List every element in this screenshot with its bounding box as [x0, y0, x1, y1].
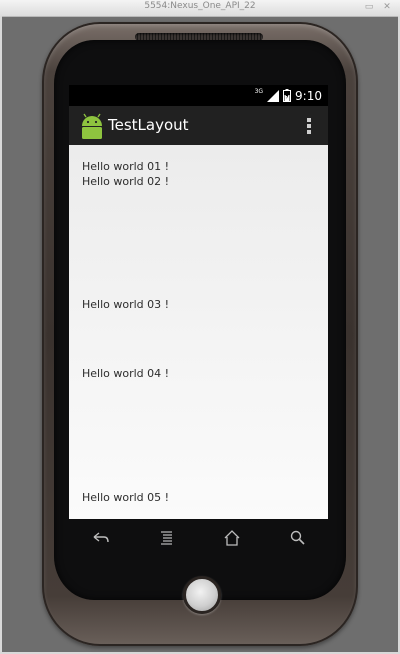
- minimize-icon[interactable]: ▭: [364, 2, 374, 12]
- trackball-button[interactable]: [183, 576, 221, 614]
- hello-text-01: Hello world 01 !: [82, 160, 170, 173]
- network-type-label: 3G: [254, 88, 264, 95]
- hello-text-02: Hello world 02 !: [82, 175, 170, 188]
- close-icon[interactable]: ✕: [382, 2, 392, 12]
- hello-text-05: Hello world 05 !: [82, 491, 170, 504]
- hello-text-03: Hello world 03 !: [82, 298, 170, 311]
- emulator-title-bar: 5554:Nexus_One_API_22 ▭ ✕: [0, 0, 400, 17]
- device-screen: 3G 9:10 TestLayout Hello world 01 ! Hell…: [69, 85, 328, 519]
- content-area: Hello world 01 ! Hello world 02 ! Hello …: [69, 145, 328, 519]
- back-icon[interactable]: [91, 529, 111, 547]
- signal-icon: [267, 89, 280, 102]
- status-bar: 3G 9:10: [69, 85, 328, 106]
- action-bar: TestLayout: [69, 106, 328, 145]
- window-border-left: [0, 16, 2, 654]
- menu-icon[interactable]: [157, 529, 177, 547]
- search-icon[interactable]: [288, 529, 308, 547]
- emulator-window-title: 5554:Nexus_One_API_22: [144, 1, 256, 11]
- home-icon[interactable]: [222, 529, 242, 547]
- app-title: TestLayout: [108, 116, 189, 134]
- hello-text-04: Hello world 04 !: [82, 367, 170, 380]
- android-logo-icon: [82, 113, 102, 139]
- status-time: 9:10: [295, 88, 322, 103]
- overflow-menu-icon[interactable]: [306, 117, 312, 135]
- battery-icon: [283, 89, 292, 102]
- navigation-bar: [69, 519, 328, 557]
